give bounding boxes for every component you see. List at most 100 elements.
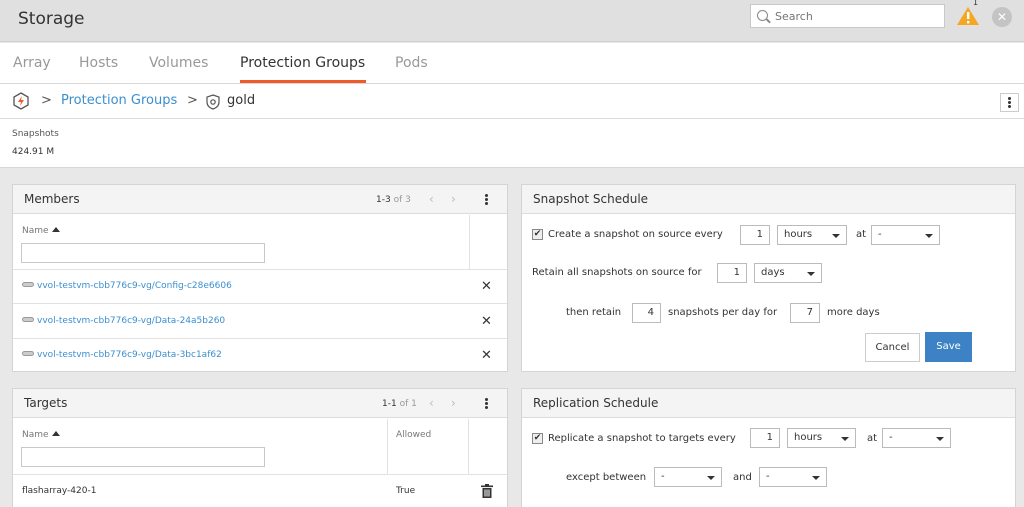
page-title: Storage <box>18 9 85 29</box>
retain-all-input[interactable]: 1 <box>717 263 747 283</box>
tab-bar: Array Hosts Volumes Protection Groups Po… <box>0 43 1024 84</box>
except-from-select[interactable]: - <box>654 467 722 487</box>
members-pager: 1-3 of 3 <box>376 195 411 205</box>
except-to-select[interactable]: - <box>759 467 827 487</box>
volume-icon <box>22 282 34 287</box>
volume-icon <box>22 351 34 356</box>
remove-member-button[interactable]: ✕ <box>481 348 492 363</box>
stats-bar: Snapshots 424.91 M <box>0 119 1024 168</box>
column-divider <box>468 419 469 474</box>
members-name-filter[interactable] <box>21 243 265 263</box>
members-panel-header: Members 1-3 of 3 ‹ › <box>13 185 507 214</box>
tab-hosts[interactable]: Hosts <box>79 55 118 71</box>
snapshot-frequency-input[interactable]: 1 <box>740 225 770 245</box>
tab-array[interactable]: Array <box>13 55 51 71</box>
chevron-down-icon <box>812 476 820 480</box>
search-icon <box>757 10 768 21</box>
column-divider <box>387 419 388 474</box>
targets-name-filter[interactable] <box>21 447 265 467</box>
replication-frequency-unit-select[interactable]: hours <box>787 428 856 448</box>
snapshots-stat-value: 424.91 M <box>12 147 55 157</box>
retain-all-unit-select[interactable]: days <box>754 263 822 283</box>
pager-prev-icon[interactable]: ‹ <box>429 396 434 410</box>
save-button[interactable]: Save <box>925 332 972 362</box>
create-snapshot-label: Create a snapshot on source every <box>548 229 723 240</box>
member-row-link[interactable]: vvol-testvm-cbb776c9-vg/Data-3bc1af62 <box>22 350 222 360</box>
alert-count-badge: 1 <box>973 0 979 7</box>
column-header-name[interactable]: Name <box>22 430 60 440</box>
snapshot-schedule-header: Snapshot Schedule <box>522 185 1015 214</box>
pager-next-icon[interactable]: › <box>451 396 456 410</box>
volume-icon <box>22 317 34 322</box>
tab-pods[interactable]: Pods <box>395 55 428 71</box>
more-days-input[interactable]: 7 <box>790 303 820 323</box>
row-divider <box>13 338 507 339</box>
search-box[interactable] <box>750 4 945 28</box>
cancel-button[interactable]: Cancel <box>865 333 920 362</box>
active-tab-indicator <box>240 80 366 83</box>
chevron-down-icon <box>807 272 815 276</box>
members-kebab-icon[interactable] <box>485 194 488 207</box>
trash-icon[interactable] <box>481 484 493 501</box>
then-retain-label: then retain <box>566 307 622 318</box>
remove-member-button[interactable]: ✕ <box>481 314 492 329</box>
remove-member-button[interactable]: ✕ <box>481 279 492 294</box>
app-header: Storage 1 ✕ <box>0 0 1024 42</box>
replication-schedule-title: Replication Schedule <box>533 396 659 410</box>
row-divider <box>13 474 507 475</box>
targets-panel-header: Targets 1-1 of 1 ‹ › <box>13 389 507 418</box>
retain-label: Retain all snapshots on source for <box>532 267 702 278</box>
breadcrumb-separator: > <box>187 93 198 108</box>
kebab-icon <box>1008 97 1011 108</box>
target-name: flasharray-420-1 <box>22 486 97 496</box>
breadcrumb-link-protection-groups[interactable]: Protection Groups <box>61 93 177 108</box>
snapshots-per-day-input[interactable]: 4 <box>632 303 661 323</box>
member-row-link[interactable]: vvol-testvm-cbb776c9-vg/Config-c28e6606 <box>22 281 232 291</box>
at-label: at <box>856 229 867 240</box>
close-icon[interactable]: ✕ <box>992 7 1012 27</box>
per-day-label: snapshots per day for <box>668 307 778 318</box>
more-actions-button[interactable] <box>1000 93 1019 112</box>
breadcrumb-current: gold <box>227 93 256 108</box>
protection-group-icon <box>206 94 220 113</box>
chevron-down-icon <box>707 476 715 480</box>
warning-icon[interactable] <box>956 6 980 26</box>
chevron-down-icon <box>936 437 944 441</box>
replication-at-select[interactable]: - <box>882 428 951 448</box>
breadcrumb-separator: > <box>41 93 52 108</box>
pager-prev-icon[interactable]: ‹ <box>429 192 434 206</box>
search-input[interactable] <box>775 8 935 24</box>
pager-next-icon[interactable]: › <box>451 192 456 206</box>
create-snapshot-checkbox[interactable]: ✔ <box>532 229 543 240</box>
chevron-down-icon <box>841 437 849 441</box>
member-row-link[interactable]: vvol-testvm-cbb776c9-vg/Data-24a5b260 <box>22 316 225 326</box>
tab-protection-groups[interactable]: Protection Groups <box>240 55 365 71</box>
targets-panel: Targets 1-1 of 1 ‹ › Name Allowed flasha… <box>12 388 508 507</box>
members-panel: Members 1-3 of 3 ‹ › Name vvol-testvm-cb… <box>12 184 508 372</box>
snapshot-frequency-unit-select[interactable]: hours <box>777 225 847 245</box>
and-label: and <box>733 472 752 483</box>
chevron-down-icon <box>832 234 840 238</box>
members-title: Members <box>24 192 80 206</box>
chevron-down-icon <box>925 234 933 238</box>
replication-at-label: at <box>867 433 878 444</box>
column-divider <box>469 215 470 269</box>
more-days-label: more days <box>827 307 880 318</box>
array-logo-icon[interactable] <box>12 92 30 113</box>
sort-asc-icon <box>51 431 60 436</box>
targets-kebab-icon[interactable] <box>485 398 488 411</box>
tab-volumes[interactable]: Volumes <box>149 55 208 71</box>
target-allowed: True <box>396 486 416 496</box>
snapshots-stat-label: Snapshots <box>12 129 59 139</box>
row-divider <box>13 269 507 270</box>
column-header-name[interactable]: Name <box>22 226 60 236</box>
breadcrumb: > Protection Groups > gold <box>0 84 1024 119</box>
snapshot-at-select[interactable]: - <box>871 225 940 245</box>
sort-asc-icon <box>51 227 60 232</box>
except-between-label: except between <box>566 472 647 483</box>
column-header-allowed[interactable]: Allowed <box>396 430 431 440</box>
replicate-label: Replicate a snapshot to targets every <box>548 433 736 444</box>
replication-frequency-input[interactable]: 1 <box>750 428 780 448</box>
replicate-checkbox[interactable]: ✔ <box>532 433 543 444</box>
targets-title: Targets <box>24 396 68 410</box>
